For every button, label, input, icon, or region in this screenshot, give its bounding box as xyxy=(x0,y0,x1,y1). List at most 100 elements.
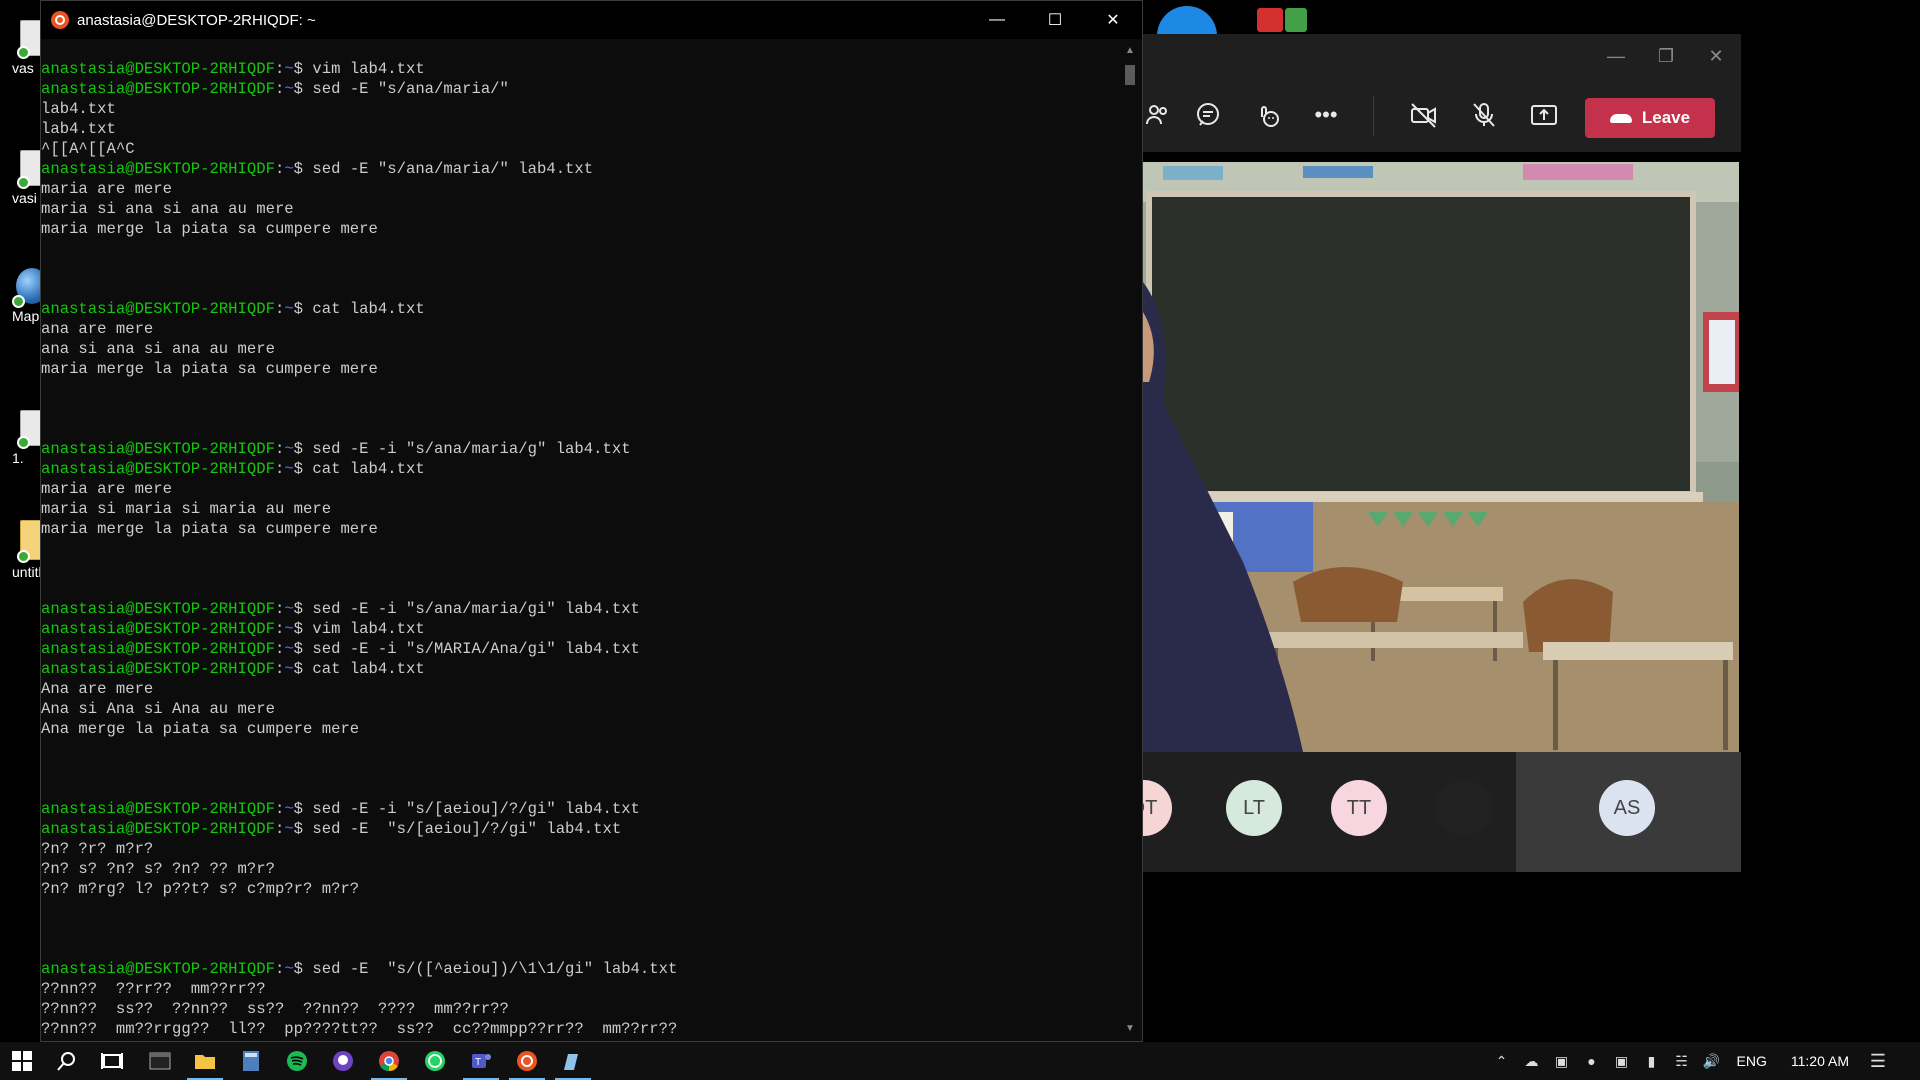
security-icon[interactable]: ▣ xyxy=(1610,1053,1634,1070)
chat-icon[interactable] xyxy=(1191,98,1225,132)
terminal-output-line: maria merge la piata sa cumpere mere xyxy=(41,520,378,538)
participant-avatar[interactable]: TT xyxy=(1331,780,1387,836)
battery-icon[interactable]: ▮ xyxy=(1640,1053,1664,1070)
show-hidden-icons-icon[interactable]: ⌃ xyxy=(1490,1053,1514,1070)
wifi-icon[interactable]: ☵ xyxy=(1670,1053,1694,1070)
maximize-icon[interactable]: ☐ xyxy=(1026,1,1084,39)
prompt-path: ~ xyxy=(284,660,294,678)
leave-button[interactable]: Leave xyxy=(1585,98,1715,138)
terminal-output-line: maria are mere xyxy=(41,180,173,198)
terminal-title: anastasia@DESKTOP-2RHIQDF: ~ xyxy=(77,11,316,29)
command-text: sed -E -i "s/ana/maria/gi" lab4.txt xyxy=(303,600,640,618)
close-icon[interactable]: ✕ xyxy=(1084,1,1142,39)
sync-check-icon xyxy=(12,295,25,308)
search-icon[interactable] xyxy=(55,1049,79,1073)
minimize-icon[interactable]: — xyxy=(1591,46,1641,67)
clock[interactable]: 11:20 AM xyxy=(1791,1053,1849,1069)
teams-avatar-top[interactable] xyxy=(1157,6,1217,36)
chrome-icon[interactable] xyxy=(371,1049,407,1080)
terminal-output[interactable]: anastasia@DESKTOP-2RHIQDF:~$ vim lab4.tx… xyxy=(41,39,1119,1041)
teams-titlebar: — ❐ ✕ xyxy=(1143,34,1741,78)
terminal-output-line: lab4.txt xyxy=(41,120,116,138)
system-tray: ⌃ ☁ ▣ ● ▣ ▮ ☵ 🔊 ENG 11:20 AM ☰ xyxy=(1487,1042,1920,1080)
prompt-user: anastasia@DESKTOP-2RHIQDF xyxy=(41,820,275,838)
prompt-path: ~ xyxy=(284,160,294,178)
prompt-path: ~ xyxy=(284,960,294,978)
calculator-icon[interactable] xyxy=(239,1049,263,1073)
scroll-thumb[interactable] xyxy=(1125,65,1135,85)
prompt-path: ~ xyxy=(284,800,294,818)
shared-video xyxy=(1143,162,1739,752)
terminal-output-line: Ana merge la piata sa cumpere mere xyxy=(41,720,360,738)
share-screen-icon[interactable] xyxy=(1527,98,1561,132)
prompt-user: anastasia@DESKTOP-2RHIQDF xyxy=(41,60,275,78)
scroll-up-icon[interactable]: ▲ xyxy=(1124,45,1136,57)
more-options-icon[interactable]: ••• xyxy=(1309,98,1343,132)
meet-now-icon[interactable]: ▣ xyxy=(1550,1053,1574,1070)
sync-check-icon xyxy=(17,46,30,59)
terminal-scrollbar[interactable]: ▲ ▼ xyxy=(1118,39,1142,1041)
terminal-prompt-line: anastasia@DESKTOP-2RHIQDF:~$ sed -E -i "… xyxy=(41,440,631,458)
prompt-user: anastasia@DESKTOP-2RHIQDF xyxy=(41,660,275,678)
command-text: cat lab4.txt xyxy=(303,300,425,318)
minimize-icon[interactable]: — xyxy=(968,1,1026,39)
prompt-path: ~ xyxy=(284,620,294,638)
terminal-app-icon[interactable] xyxy=(148,1049,172,1073)
sync-check-icon xyxy=(17,176,30,189)
onedrive-icon[interactable]: ☁ xyxy=(1520,1053,1544,1070)
prompt-user: anastasia@DESKTOP-2RHIQDF xyxy=(41,800,275,818)
prompt-user: anastasia@DESKTOP-2RHIQDF xyxy=(41,440,275,458)
scroll-down-icon[interactable]: ▼ xyxy=(1124,1023,1136,1035)
prompt-user: anastasia@DESKTOP-2RHIQDF xyxy=(41,620,275,638)
notifications-icon[interactable]: ☰ xyxy=(1866,1051,1890,1072)
terminal-output-line: ana si ana si ana au mere xyxy=(41,340,275,358)
prompt-path: ~ xyxy=(284,80,294,98)
participant-avatar[interactable]: LT xyxy=(1226,780,1282,836)
app-icon-red[interactable] xyxy=(1257,8,1283,32)
people-icon[interactable] xyxy=(1141,98,1175,132)
notepad-icon[interactable] xyxy=(555,1049,591,1080)
terminal-output-line: ?n? m?rg? l? p??t? s? c?mp?r? m?r? xyxy=(41,880,360,898)
participant-photo-avatar[interactable] xyxy=(1436,780,1492,836)
spotify-icon[interactable] xyxy=(285,1049,309,1073)
terminal-prompt-line: anastasia@DESKTOP-2RHIQDF:~$ sed -E "s/a… xyxy=(41,80,509,98)
language-indicator[interactable]: ENG xyxy=(1737,1053,1767,1069)
camera-off-icon[interactable] xyxy=(1407,98,1441,132)
terminal-prompt-line: anastasia@DESKTOP-2RHIQDF:~$ sed -E -i "… xyxy=(41,600,640,618)
volume-icon[interactable]: 🔊 xyxy=(1700,1053,1724,1070)
participant-avatar[interactable]: AS xyxy=(1599,780,1655,836)
restore-icon[interactable]: ❐ xyxy=(1641,46,1691,67)
ubuntu-app-icon[interactable] xyxy=(509,1049,545,1080)
terminal-titlebar: anastasia@DESKTOP-2RHIQDF: ~ — ☐ ✕ xyxy=(41,1,1142,39)
prompt-user: anastasia@DESKTOP-2RHIQDF xyxy=(41,960,275,978)
mic-off-icon[interactable] xyxy=(1467,98,1501,132)
file-explorer-icon[interactable] xyxy=(187,1049,223,1080)
terminal-output-line: maria merge la piata sa cumpere mere xyxy=(41,220,378,238)
terminal-prompt-line: anastasia@DESKTOP-2RHIQDF:~$ cat lab4.tx… xyxy=(41,660,425,678)
whatsapp-icon[interactable] xyxy=(423,1049,447,1073)
command-text: vim lab4.txt xyxy=(303,60,425,78)
prompt-user: anastasia@DESKTOP-2RHIQDF xyxy=(41,640,275,658)
terminal-prompt-line: anastasia@DESKTOP-2RHIQDF:~$ cat lab4.tx… xyxy=(41,300,425,318)
doc-icon xyxy=(17,20,42,59)
command-text: sed -E "s/([^aeiou])/\1\1/gi" lab4.txt xyxy=(303,960,678,978)
task-view-icon[interactable] xyxy=(100,1049,124,1073)
github-desktop-icon[interactable] xyxy=(331,1049,355,1073)
prompt-path: ~ xyxy=(284,600,294,618)
app-icon-green[interactable] xyxy=(1285,8,1307,32)
microphone-icon[interactable]: ● xyxy=(1580,1053,1604,1069)
terminal-prompt-line: anastasia@DESKTOP-2RHIQDF:~$ sed -E "s/[… xyxy=(41,820,622,838)
teams-icon[interactable]: T xyxy=(463,1049,499,1080)
terminal-output-line: maria si maria si maria au mere xyxy=(41,500,332,518)
terminal-prompt-line: anastasia@DESKTOP-2RHIQDF:~$ vim lab4.tx… xyxy=(41,60,425,78)
windows-start-icon[interactable] xyxy=(10,1049,34,1073)
close-icon[interactable]: ✕ xyxy=(1691,46,1741,67)
terminal-prompt-line: anastasia@DESKTOP-2RHIQDF:~$ sed -E -i "… xyxy=(41,640,640,658)
reactions-icon[interactable] xyxy=(1251,98,1285,132)
